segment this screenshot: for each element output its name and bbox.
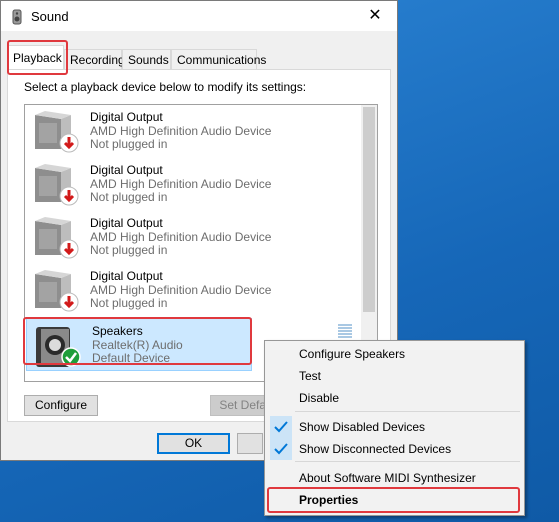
tab-communications[interactable]: Communications — [171, 49, 266, 69]
speaker-icon — [9, 9, 25, 25]
menu-item-test[interactable]: Test — [267, 365, 522, 387]
menu-item-configure-speakers[interactable]: Configure Speakers — [267, 343, 522, 365]
device-status: Not plugged in — [90, 137, 168, 151]
instruction-text: Select a playback device below to modify… — [24, 80, 307, 94]
device-row[interactable]: Digital Output AMD High Definition Audio … — [25, 264, 365, 317]
device-row[interactable]: Digital Output AMD High Definition Audio … — [25, 158, 365, 211]
device-row[interactable]: Digital Output AMD High Definition Audio … — [25, 105, 365, 158]
red-down-arrow-icon — [59, 133, 79, 156]
volume-level-meter — [338, 324, 352, 339]
menu-separator — [295, 411, 520, 412]
device-description: AMD High Definition Audio Device — [90, 177, 272, 191]
menu-item-about-software-midi-synthesizer[interactable]: About Software MIDI Synthesizer — [267, 467, 522, 489]
device-description: AMD High Definition Audio Device — [90, 124, 272, 138]
title-bar: Sound ✕ — [1, 1, 397, 31]
red-down-arrow-icon — [59, 186, 79, 209]
menu-item-label: Test — [299, 369, 322, 383]
menu-item-show-disconnected-devices[interactable]: Show Disconnected Devices — [267, 438, 522, 460]
menu-item-show-disabled-devices[interactable]: Show Disabled Devices — [267, 416, 522, 438]
checkmark-icon — [270, 438, 292, 460]
menu-item-label: About Software MIDI Synthesizer — [299, 471, 476, 485]
properties-highlight — [267, 487, 520, 513]
cancel-button[interactable] — [237, 433, 263, 454]
device-name: Digital Output — [90, 216, 163, 230]
device-row[interactable]: Digital Output AMD High Definition Audio … — [25, 211, 365, 264]
device-name: Digital Output — [90, 269, 163, 283]
red-down-arrow-icon — [59, 292, 79, 315]
speakers-highlight — [23, 317, 252, 365]
device-status: Not plugged in — [90, 243, 168, 257]
device-name: Digital Output — [90, 110, 163, 124]
menu-item-label: Show Disabled Devices — [299, 420, 426, 434]
window-title: Sound — [31, 9, 69, 24]
device-status: Not plugged in — [90, 190, 168, 204]
red-down-arrow-icon — [59, 239, 79, 262]
menu-item-label: Disable — [299, 391, 340, 405]
ok-button[interactable]: OK — [157, 433, 230, 454]
configure-button[interactable]: Configure — [24, 395, 98, 416]
tab-recording[interactable]: Recording — [64, 49, 125, 69]
checkmark-icon — [270, 416, 292, 438]
menu-separator — [295, 461, 520, 462]
scroll-thumb[interactable] — [363, 107, 375, 312]
menu-item-label: Show Disconnected Devices — [299, 442, 452, 456]
menu-item-disable[interactable]: Disable — [267, 387, 522, 409]
menu-item-label: Configure Speakers — [299, 347, 406, 361]
tab-sounds[interactable]: Sounds — [122, 49, 171, 69]
device-description: AMD High Definition Audio Device — [90, 283, 272, 297]
device-description: AMD High Definition Audio Device — [90, 230, 272, 244]
close-icon: ✕ — [368, 7, 382, 24]
close-button[interactable]: ✕ — [353, 1, 397, 31]
playback-tab-highlight — [7, 40, 68, 75]
device-status: Not plugged in — [90, 296, 168, 310]
device-name: Digital Output — [90, 163, 163, 177]
